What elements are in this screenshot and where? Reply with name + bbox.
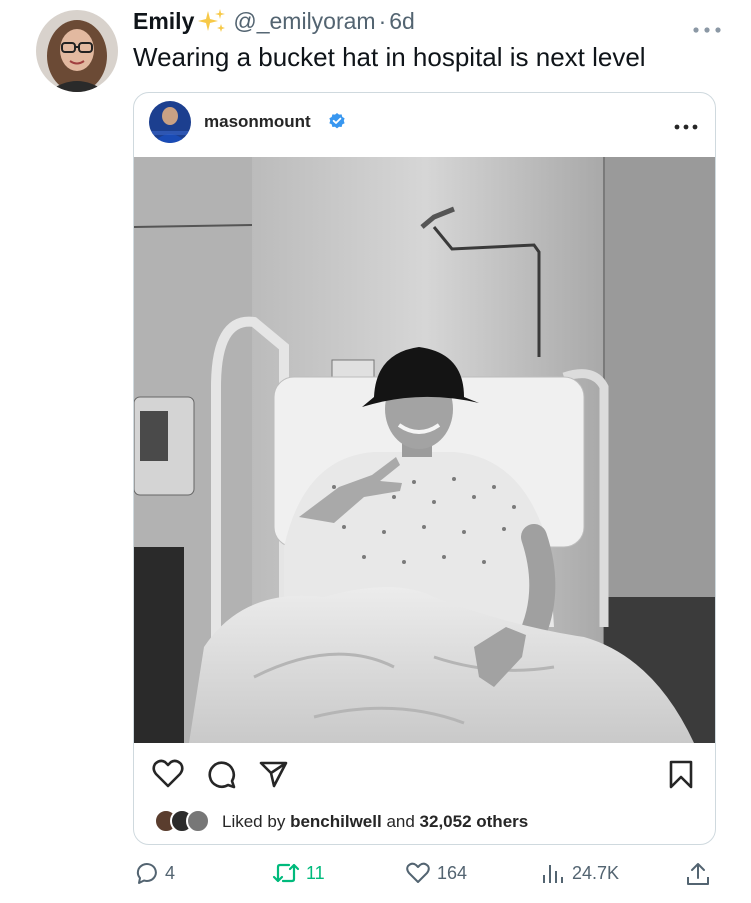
retweet-button[interactable]: 11 — [272, 861, 325, 885]
more-icon[interactable] — [691, 16, 723, 33]
verified-icon — [328, 112, 346, 130]
bookmark-icon[interactable] — [668, 759, 694, 794]
liked-user[interactable]: benchilwell — [290, 812, 382, 832]
embed-actions — [134, 753, 715, 793]
like-icon — [406, 862, 430, 883]
views-count: 24.7K — [572, 862, 620, 883]
engagement-bar: 4 11 164 24.7K — [0, 855, 751, 895]
post-photo[interactable] — [134, 157, 715, 743]
user-handle[interactable]: @_emilyoram — [233, 8, 375, 35]
reply-icon — [136, 863, 157, 884]
heart-icon[interactable] — [152, 759, 184, 794]
embed-header: masonmount — [134, 93, 715, 157]
like-button[interactable]: 164 — [405, 861, 467, 885]
author-avatar[interactable] — [36, 10, 118, 92]
sparkles-icon — [197, 7, 227, 35]
reply-button[interactable]: 4 — [135, 861, 175, 885]
liker-avatars[interactable] — [154, 809, 214, 835]
views-button[interactable]: 24.7K — [540, 861, 619, 885]
retweet-icon — [272, 863, 300, 883]
upload-button[interactable] — [685, 861, 717, 887]
tweet-header: Emily @_emilyoram · 6d — [133, 6, 731, 36]
tweet-text: Wearing a bucket hat in hospital is next… — [133, 42, 646, 72]
views-icon — [543, 865, 563, 883]
like-count: 164 — [437, 862, 468, 883]
reply-count: 4 — [165, 862, 176, 883]
embed-more-icon[interactable] — [673, 118, 699, 130]
embedded-post-card[interactable]: masonmount Liked by benchilwell and 32,0… — [133, 92, 716, 845]
embed-username[interactable]: masonmount — [204, 112, 311, 132]
liked-by-row: Liked by benchilwell and 32,052 others — [154, 809, 528, 835]
share-icon[interactable] — [258, 759, 288, 794]
upload-icon — [687, 863, 709, 885]
liked-and: and — [386, 812, 415, 831]
separator-dot: · — [378, 7, 387, 34]
display-name[interactable]: Emily — [133, 8, 194, 35]
liked-prefix: Liked by — [222, 812, 286, 831]
comment-icon[interactable] — [206, 759, 236, 794]
embed-avatar[interactable] — [149, 101, 191, 143]
tweet-time[interactable]: 6d — [389, 8, 415, 35]
retweet-count: 11 — [306, 862, 325, 883]
liked-others[interactable]: 32,052 others — [420, 812, 529, 832]
